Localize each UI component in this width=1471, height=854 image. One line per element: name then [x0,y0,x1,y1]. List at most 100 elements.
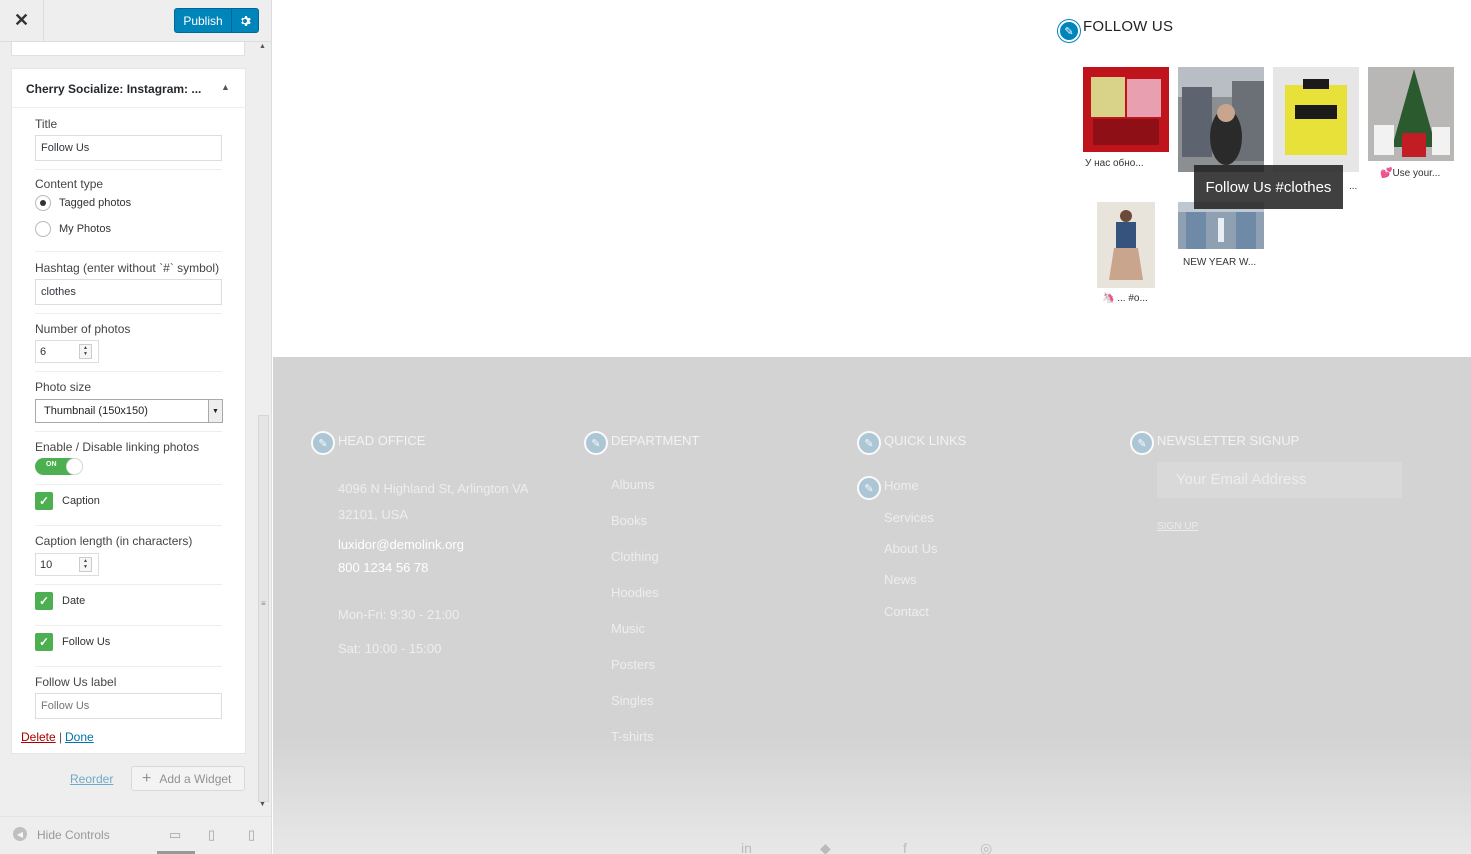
follow-us-label-label: Follow Us label [35,675,117,689]
department-link[interactable]: Singles [611,693,654,708]
add-widget-button[interactable]: + Add a Widget [131,766,245,791]
sidebar-scrollbar[interactable]: ▲ ≡ ▼ [256,42,271,814]
caption-label[interactable]: Caption [62,495,100,507]
close-icon: ✕ [13,10,30,30]
content-type-label: Content type [35,177,104,191]
title-input[interactable] [35,135,222,161]
instagram-photo[interactable] [1083,67,1169,152]
edit-pencil-icon[interactable]: ✎ [311,431,335,455]
desktop-icon[interactable]: ▭ [169,827,181,843]
divider [35,313,222,314]
edit-pencil-icon[interactable]: ✎ [1058,20,1080,42]
instagram-caption: NEW YEAR W... [1183,257,1257,268]
department-link[interactable]: T-shirts [611,729,654,744]
radio-my-photos[interactable] [35,221,51,237]
twitter-icon[interactable]: ◆ [820,840,831,854]
chevron-down-icon[interactable]: ▼ [208,400,222,422]
follow-us-label[interactable]: Follow Us [62,636,110,648]
instagram-icon[interactable]: ◎ [980,840,992,854]
department-link[interactable]: Posters [611,657,655,672]
instagram-photo[interactable] [1273,67,1359,172]
edit-pencil-icon[interactable]: ✎ [857,431,881,455]
quick-link[interactable]: News [884,572,917,587]
radio-tagged-photos[interactable] [35,195,51,211]
quick-link[interactable]: Contact [884,604,929,619]
check-icon: ✓ [38,635,50,649]
instagram-photo[interactable] [1178,202,1264,249]
close-button[interactable]: ✕ [0,0,44,41]
number-of-photos-label: Number of photos [35,322,131,336]
instagram-photo[interactable] [1097,202,1155,288]
newsletter-email-input[interactable]: Your Email Address [1157,462,1402,498]
plus-icon: + [142,769,152,787]
department-link[interactable]: Clothing [611,549,659,564]
instagram-item[interactable] [1178,67,1266,177]
scroll-down-icon[interactable]: ▼ [259,801,266,808]
site-preview: ✎ FOLLOW US У нас обно... ... 💕Use your.… [273,0,1471,854]
edit-pencil-icon[interactable]: ✎ [584,431,608,455]
number-of-photos-stepper[interactable]: ▲ ▼ [79,344,92,359]
radio-my-photos-label[interactable]: My Photos [59,223,111,235]
department-link[interactable]: Hoodies [611,585,659,600]
facebook-icon[interactable]: f [903,840,907,854]
quick-link[interactable]: About Us [884,541,937,556]
previous-widget-panel [11,42,245,56]
publish-button[interactable]: Publish [174,8,232,33]
hashtag-input[interactable] [35,279,222,305]
link-separator: | [59,730,63,744]
department-link[interactable]: Books [611,513,647,528]
edit-pencil-icon[interactable]: ✎ [1130,431,1154,455]
quick-link[interactable]: Services [884,510,934,525]
linkedin-icon[interactable]: in [741,840,752,854]
scroll-up-icon[interactable]: ▲ [259,43,266,50]
scrollbar-thumb[interactable]: ≡ [258,415,269,802]
email-link[interactable]: luxidor@demolink.org [338,537,464,552]
caption-length-stepper[interactable]: ▲ ▼ [79,557,92,572]
radio-tagged-photos-label[interactable]: Tagged photos [59,197,131,209]
hide-controls-button[interactable]: Hide Controls [37,828,110,842]
linking-toggle[interactable]: ON [35,458,83,475]
reorder-link[interactable]: Reorder [70,772,113,786]
instagram-photo[interactable] [1178,67,1264,172]
check-icon: ✓ [38,594,50,608]
caption-checkbox[interactable]: ✓ [35,492,53,510]
date-checkbox[interactable]: ✓ [35,592,53,610]
mobile-icon[interactable]: ▯ [248,827,255,843]
tablet-icon[interactable]: ▯ [208,827,215,843]
date-label[interactable]: Date [62,595,85,607]
hide-controls-icon[interactable]: ◀ [13,827,27,841]
instagram-caption: 💕Use your... [1380,168,1441,179]
department-link[interactable]: Music [611,621,645,636]
toggle-knob [66,458,83,475]
phone-link[interactable]: 800 1234 56 78 [338,560,428,575]
delete-link[interactable]: Delete [21,730,56,744]
instagram-item[interactable]: 🦄 ... #o... [1097,202,1185,312]
follow-us-checkbox[interactable]: ✓ [35,633,53,651]
divider [35,431,222,432]
photo-size-label: Photo size [35,380,92,394]
department-link[interactable]: Albums [611,477,654,492]
done-link[interactable]: Done [65,730,94,744]
instagram-photo[interactable] [1368,67,1454,161]
divider [35,484,222,485]
divider [35,584,222,585]
widget-title-bar[interactable]: Cherry Socialize: Instagram: ... ▲ [12,69,245,108]
collapse-arrow-icon[interactable]: ▲ [221,82,230,92]
widget-title: Cherry Socialize: Instagram: ... [26,82,202,96]
linking-label: Enable / Disable linking photos [35,440,200,454]
instagram-item[interactable]: У нас обно... [1083,67,1171,177]
customizer-sidebar: ✕ Publish Cherry Socialize: Instagram: .… [0,0,272,854]
publish-settings-button[interactable] [231,8,259,33]
title-label: Title [35,117,58,131]
follow-us-label-input[interactable] [35,693,222,719]
photo-size-select[interactable]: Thumbnail (150x150) [35,399,223,423]
instagram-item[interactable]: ... [1273,67,1361,192]
edit-pencil-icon[interactable]: ✎ [857,476,881,500]
quick-link[interactable]: Home [884,478,919,493]
sign-up-link[interactable]: SIGN UP [1157,521,1198,532]
instagram-item[interactable]: NEW YEAR W... [1178,202,1266,282]
divider [35,666,222,667]
hours-text: Mon-Fri: 9:30 - 21:00 [338,607,460,622]
instagram-item[interactable]: 💕Use your... [1368,67,1456,182]
customizer-header: ✕ Publish [0,0,271,42]
